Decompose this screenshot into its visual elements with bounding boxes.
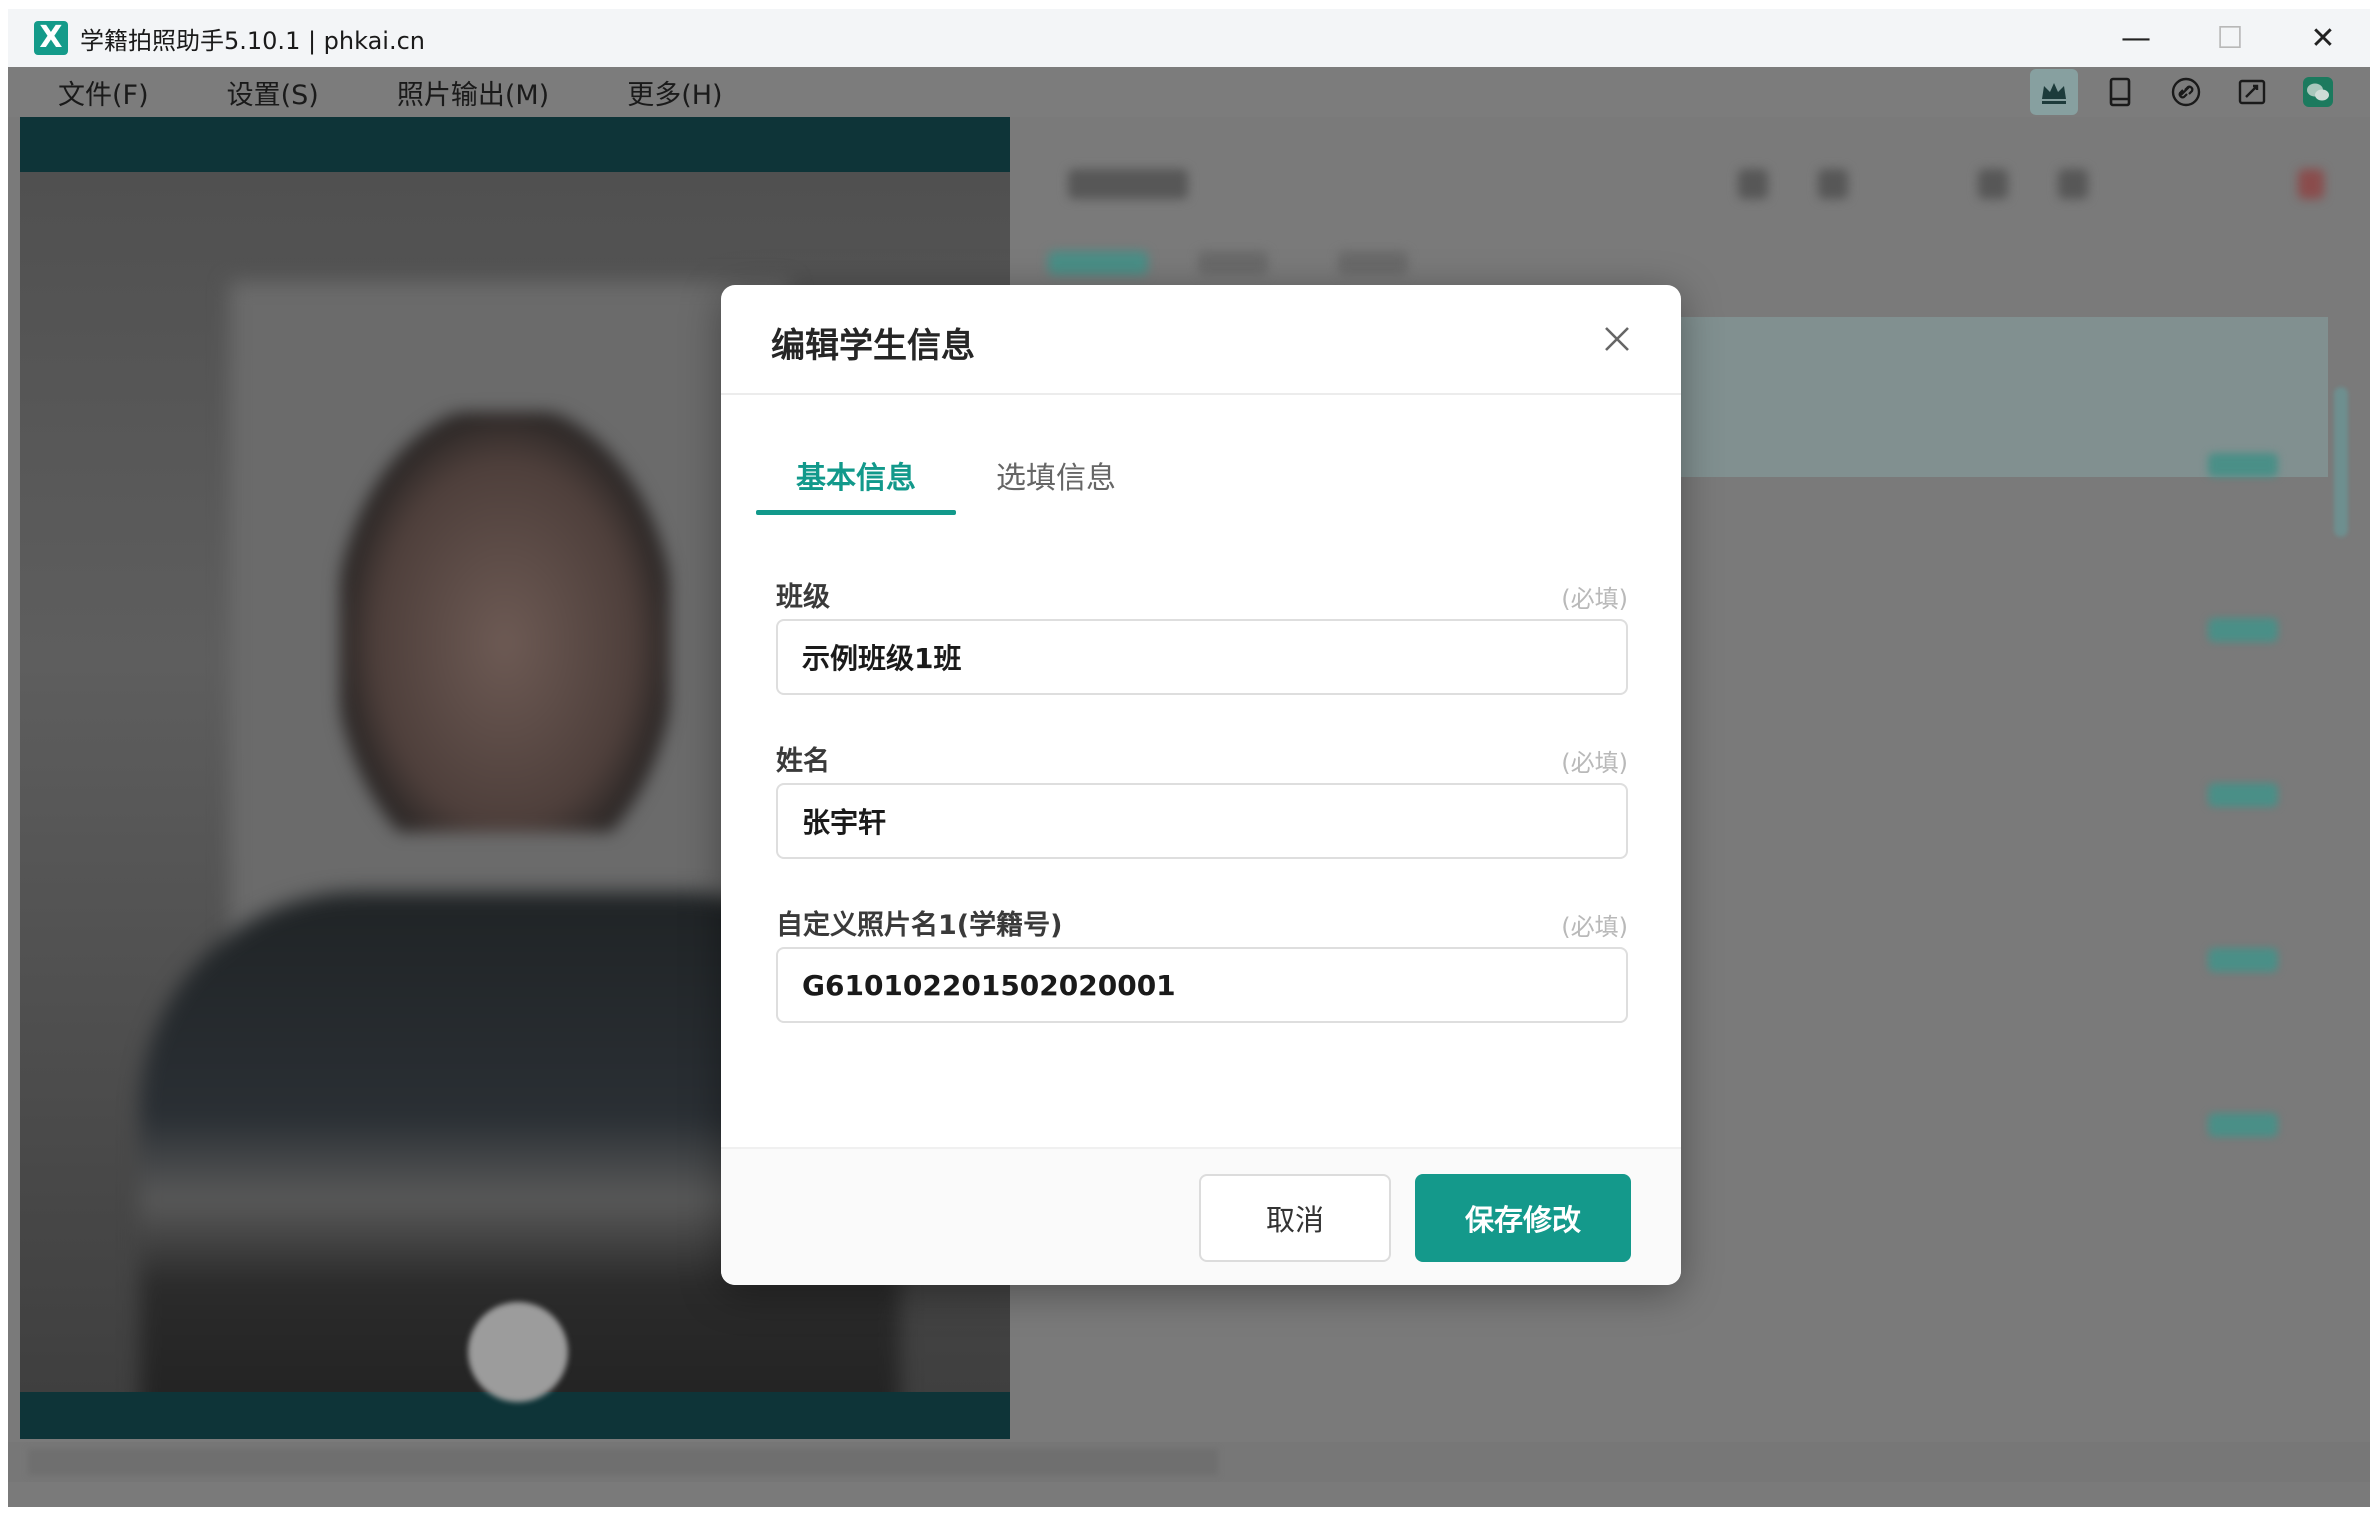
minimize-button[interactable]: — (2089, 9, 2183, 67)
crown-icon[interactable] (2030, 69, 2078, 115)
list-scrollbar[interactable] (2334, 387, 2348, 537)
maximize-button[interactable]: ☐ (2183, 9, 2277, 67)
dialog-footer: 取消 保存修改 (721, 1147, 1681, 1285)
class-input[interactable]: 示例班级1班 (776, 619, 1628, 695)
person-head-image (340, 412, 670, 832)
app-window: X 学籍拍照助手5.10.1 | phkai.cn — ☐ ✕ 文件(F) 设置… (0, 0, 2376, 1516)
title-bar: X 学籍拍照助手5.10.1 | phkai.cn — ☐ ✕ (8, 9, 2370, 67)
required-note: (必填) (1561, 749, 1628, 777)
app-logo-icon: X (34, 21, 68, 55)
name-label: 姓名 (776, 746, 830, 777)
save-button[interactable]: 保存修改 (1415, 1174, 1631, 1262)
photo-name-label: 自定义照片名1(学籍号) (776, 910, 1063, 941)
required-note: (必填) (1561, 585, 1628, 613)
window-title: 学籍拍照助手5.10.1 | phkai.cn (80, 26, 426, 55)
edit-screen-icon[interactable] (2228, 69, 2276, 115)
camera-header (20, 117, 1010, 172)
edit-student-dialog: 编辑学生信息 基本信息 选填信息 班级 (必填) 示例班级1班 姓名 (必填) … (721, 285, 1681, 1285)
photo-name-input[interactable]: G610102201502020001 (776, 947, 1628, 1023)
status-bar-text (28, 1449, 1218, 1475)
list-toolbar (1068, 163, 2324, 213)
list-badge (2208, 453, 2278, 477)
toolbar-icons (2030, 69, 2342, 115)
shutter-button[interactable] (468, 1302, 568, 1402)
list-badge (2208, 1113, 2278, 1137)
close-icon[interactable] (1597, 319, 1637, 359)
tab-optional-info[interactable]: 选填信息 (956, 445, 1156, 515)
wechat-icon[interactable] (2294, 69, 2342, 115)
class-label: 班级 (776, 582, 830, 613)
list-badge (2208, 618, 2278, 642)
close-window-button[interactable]: ✕ (2276, 9, 2370, 67)
dialog-tabs: 基本信息 选填信息 (756, 445, 1656, 515)
menu-file[interactable]: 文件(F) (58, 73, 149, 112)
link-icon[interactable] (2162, 69, 2210, 115)
list-badge (2208, 783, 2278, 807)
cancel-button[interactable]: 取消 (1199, 1174, 1391, 1262)
list-badge (2208, 948, 2278, 972)
required-note: (必填) (1561, 913, 1628, 941)
menu-settings[interactable]: 设置(S) (227, 73, 319, 112)
dialog-title: 编辑学生信息 (771, 326, 975, 366)
tablet-icon[interactable] (2096, 69, 2144, 115)
tab-basic-info[interactable]: 基本信息 (756, 445, 956, 515)
name-input[interactable]: 张宇轩 (776, 783, 1628, 859)
dialog-header: 编辑学生信息 (721, 285, 1681, 395)
menu-photo-output[interactable]: 照片输出(M) (397, 73, 549, 112)
menu-bar: 文件(F) 设置(S) 照片输出(M) 更多(H) (8, 67, 2370, 117)
menu-more[interactable]: 更多(H) (627, 73, 722, 112)
list-tabs (1048, 243, 1708, 279)
